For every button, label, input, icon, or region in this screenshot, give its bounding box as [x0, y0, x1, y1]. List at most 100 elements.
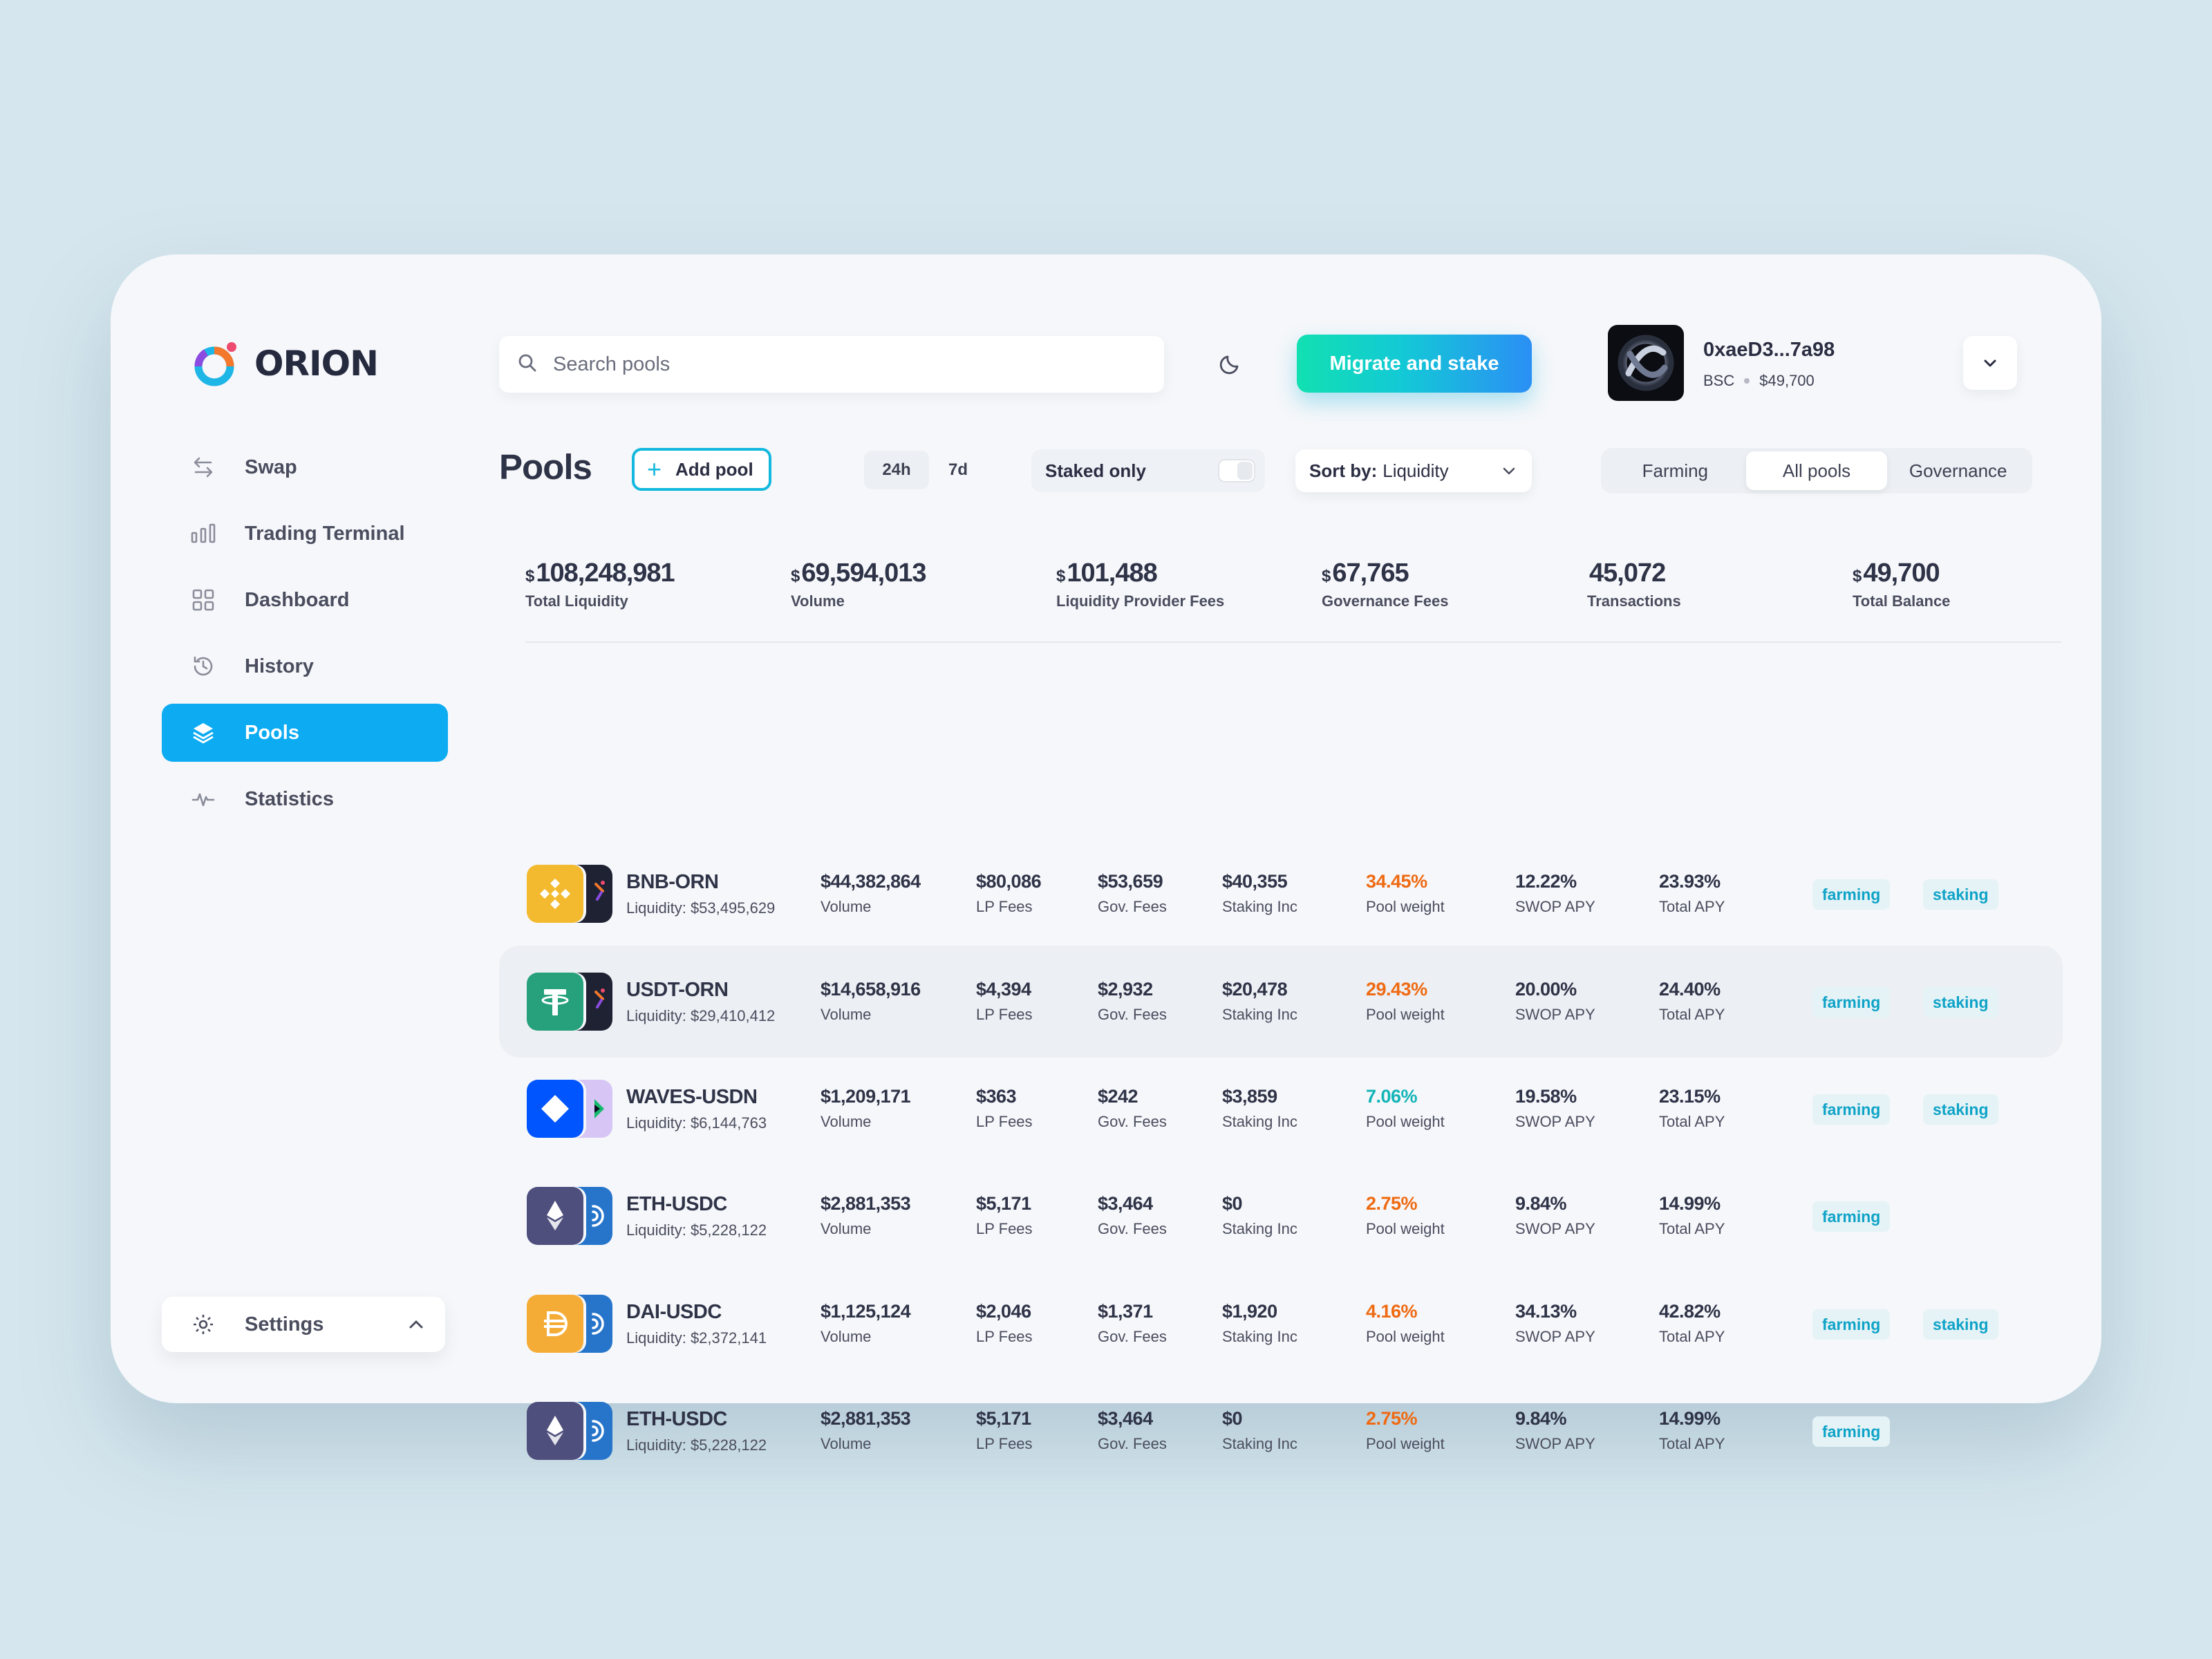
wallet-network: BSC: [1703, 372, 1735, 389]
lp-fees-label: LP Fees: [976, 1113, 1033, 1130]
lp-fees-cell: $5,171 LP Fees: [976, 1408, 1033, 1453]
dark-mode-toggle[interactable]: [1217, 350, 1244, 377]
sidebar-item-dashboard[interactable]: Dashboard: [162, 571, 448, 629]
pool-name: USDT-ORN: [626, 979, 729, 1001]
page-title: Pools: [499, 447, 592, 487]
pool-row[interactable]: ETH-USDC Liquidity: $5,228,122 $2,881,353 V…: [499, 1375, 2063, 1487]
sidebar-item-statistics[interactable]: Statistics: [162, 770, 448, 828]
volume-value: $2,881,353: [821, 1408, 911, 1429]
swop-apy-value: 12.22%: [1515, 871, 1577, 892]
swop-apy-value: 20.00%: [1515, 979, 1577, 1000]
wallet-dropdown-button[interactable]: [1963, 336, 2017, 390]
settings-button[interactable]: Settings: [162, 1297, 445, 1352]
separator-dot: [1744, 378, 1750, 384]
pool-row[interactable]: ETH-USDC Liquidity: $5,228,122 $2,881,353 V…: [499, 1160, 2063, 1272]
staked-only-label: Staked only: [1045, 460, 1146, 481]
sidebar-item-label: Pools: [245, 721, 299, 744]
migrate-and-stake-button[interactable]: Migrate and stake: [1297, 335, 1532, 393]
total-apy-value: 23.93%: [1659, 871, 1721, 892]
total-apy-value: 14.99%: [1659, 1408, 1721, 1429]
tab-all-pools[interactable]: All pools: [1745, 451, 1888, 490]
sidebar-item-history[interactable]: History: [162, 637, 448, 695]
staking-label: Staking Inc: [1222, 898, 1297, 915]
search-bar[interactable]: [499, 336, 1164, 393]
pool-weight-value: 7.06%: [1366, 1086, 1418, 1107]
gov-fees-cell: $2,932 Gov. Fees: [1098, 979, 1167, 1024]
sidebar-item-swap[interactable]: Swap: [162, 438, 448, 496]
gov-fees-value: $1,371: [1098, 1301, 1153, 1322]
sort-dropdown[interactable]: Sort by: Liquidity: [1295, 449, 1532, 492]
token-pair-icon: [527, 1080, 612, 1138]
period-7d-button[interactable]: 7d: [930, 451, 986, 489]
lp-fees-label: LP Fees: [976, 1328, 1033, 1345]
layers-icon: [191, 720, 216, 745]
sidebar-item-pools[interactable]: Pools: [162, 704, 448, 762]
farming-tag[interactable]: farming: [1812, 1309, 1891, 1340]
volume-cell: $1,209,171 Volume: [821, 1086, 911, 1131]
total-apy-cell: 42.82% Total APY: [1659, 1301, 1725, 1346]
staking-value: $0: [1222, 1193, 1243, 1214]
staking-tag[interactable]: staking: [1923, 1309, 1998, 1340]
staking-tag[interactable]: staking: [1923, 1094, 1998, 1125]
farming-tag[interactable]: farming: [1812, 1416, 1891, 1447]
sidebar-item-label: Statistics: [245, 787, 334, 810]
gov-fees-label: Gov. Fees: [1098, 1328, 1167, 1345]
farming-tag[interactable]: farming: [1812, 1094, 1891, 1125]
staking-label: Staking Inc: [1222, 1220, 1297, 1237]
pool-type-tabs: Farming All pools Governance: [1601, 448, 2032, 494]
pool-name-cell: USDT-ORN Liquidity: $29,410,412: [626, 979, 775, 1025]
staking-tag[interactable]: staking: [1923, 879, 1998, 910]
pool-row[interactable]: USDT-ORN Liquidity: $29,410,412 $14,658,91…: [499, 946, 2063, 1058]
tab-farming[interactable]: Farming: [1604, 451, 1746, 490]
lp-fees-value: $2,046: [976, 1301, 1031, 1322]
gov-fees-value: $242: [1098, 1086, 1138, 1107]
stat-label: Total Balance: [1853, 592, 1951, 610]
add-pool-button[interactable]: + Add pool: [632, 448, 771, 491]
pool-row[interactable]: WAVES-USDN Liquidity: $6,144,763 $1,209,17…: [499, 1053, 2063, 1165]
lp-fees-cell: $80,086 LP Fees: [976, 871, 1042, 916]
staking-label: Staking Inc: [1222, 1006, 1297, 1023]
lp-fees-value: $80,086: [976, 871, 1042, 892]
chevron-down-icon: [1499, 460, 1519, 486]
stat-value: 108,248,981: [536, 559, 675, 588]
staked-only-filter[interactable]: Staked only: [1031, 449, 1265, 492]
gov-fees-cell: $1,371 Gov. Fees: [1098, 1301, 1167, 1346]
gov-fees-label: Gov. Fees: [1098, 1220, 1167, 1237]
sidebar-item-trading-terminal[interactable]: Trading Terminal: [162, 505, 448, 563]
swop-apy-cell: 20.00% SWOP APY: [1515, 979, 1595, 1024]
pool-weight-label: Pool weight: [1366, 898, 1445, 915]
staked-only-toggle[interactable]: [1218, 459, 1255, 482]
gov-fees-value: $3,464: [1098, 1408, 1153, 1429]
stats-divider: [525, 641, 2061, 643]
pool-weight-label: Pool weight: [1366, 1113, 1445, 1130]
period-24h-button[interactable]: 24h: [864, 451, 929, 489]
total-apy-label: Total APY: [1659, 898, 1725, 915]
tab-governance[interactable]: Governance: [1887, 451, 2029, 490]
farming-tag[interactable]: farming: [1812, 1201, 1891, 1232]
staking-tag[interactable]: staking: [1923, 987, 1998, 1018]
volume-label: Volume: [821, 898, 872, 915]
pool-liquidity: Liquidity: $29,410,412: [626, 1007, 776, 1024]
staking-value: $40,355: [1222, 871, 1288, 892]
chevron-up-icon[interactable]: [404, 1312, 429, 1337]
farming-tag[interactable]: farming: [1812, 987, 1891, 1018]
pool-row[interactable]: BNB-ORN Liquidity: $53,495,629 $44,382,864…: [499, 838, 2063, 950]
total-apy-label: Total APY: [1659, 1006, 1725, 1023]
pool-row[interactable]: DAI-USDC Liquidity: $2,372,141 $1,125,124 V…: [499, 1268, 2063, 1380]
token-pair-icon: [527, 1187, 612, 1245]
pulse-icon: [191, 787, 216, 812]
grid-icon: [191, 588, 216, 612]
swop-apy-label: SWOP APY: [1515, 1435, 1595, 1452]
farming-tag[interactable]: farming: [1812, 879, 1891, 910]
bar-chart-icon: [191, 521, 216, 546]
gov-fees-label: Gov. Fees: [1098, 1435, 1167, 1452]
swop-apy-cell: 9.84% SWOP APY: [1515, 1193, 1595, 1238]
wallet-avatar[interactable]: [1608, 325, 1684, 401]
staking-value: $0: [1222, 1408, 1243, 1429]
swap-arrows-icon: [191, 455, 216, 480]
gov-fees-cell: $3,464 Gov. Fees: [1098, 1408, 1167, 1453]
search-input[interactable]: [553, 353, 1106, 376]
pool-weight-value: 34.45%: [1366, 871, 1427, 892]
brand-logo[interactable]: ORION: [192, 340, 379, 387]
swop-apy-cell: 9.84% SWOP APY: [1515, 1408, 1595, 1453]
